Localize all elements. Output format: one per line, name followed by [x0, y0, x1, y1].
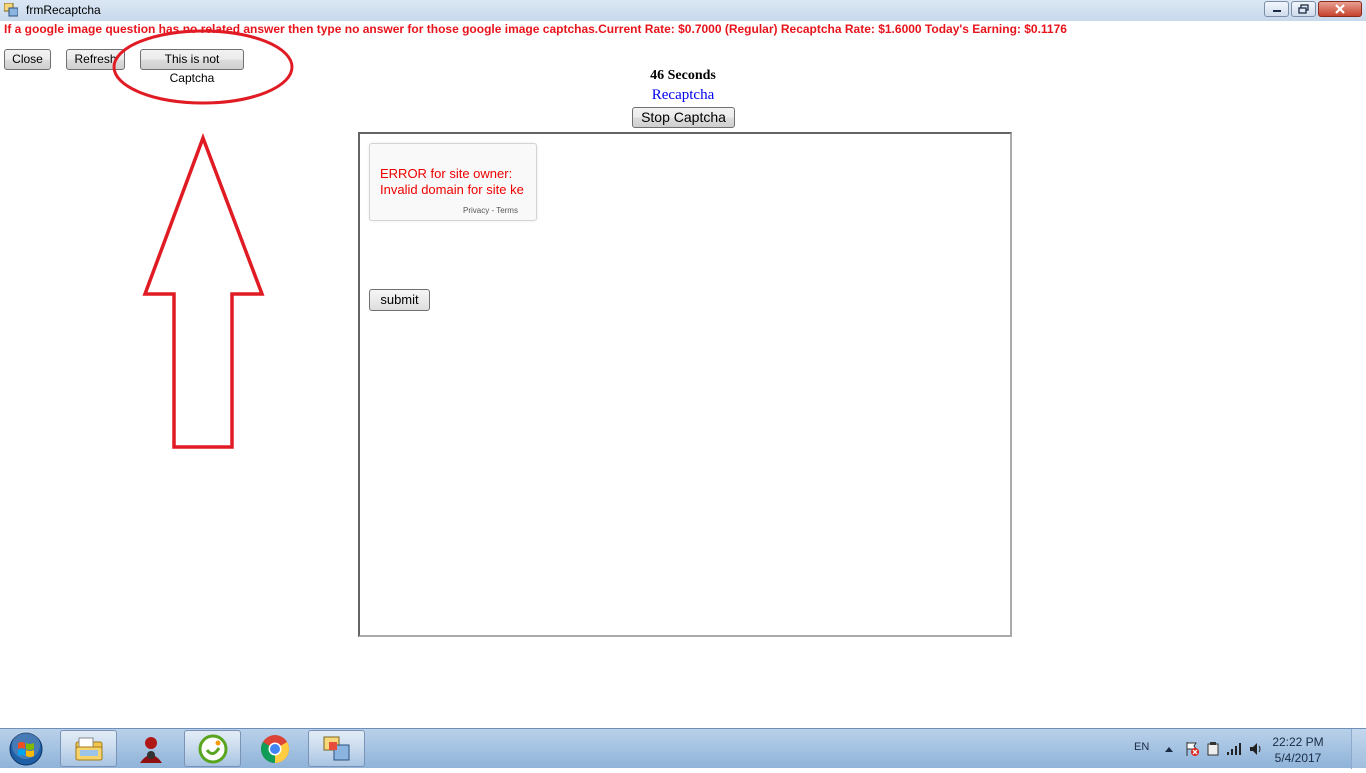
language-indicator[interactable]: EN — [1134, 741, 1149, 753]
refresh-button[interactable]: Refresh — [66, 49, 125, 70]
window-title: frmRecaptcha — [26, 3, 101, 17]
rate-info-text: If a google image question has no relate… — [4, 22, 1067, 36]
window-titlebar[interactable]: frmRecaptcha — [0, 0, 1366, 21]
restore-button[interactable] — [1291, 1, 1316, 17]
taskbar: EN 22:22 PM 5/4/2017 — [0, 728, 1366, 769]
minimize-icon — [1272, 10, 1281, 12]
close-button[interactable]: Close — [4, 49, 51, 70]
show-desktop-button[interactable] — [1351, 729, 1366, 769]
taskbar-explorer[interactable] — [60, 730, 117, 767]
show-hidden-icons-icon[interactable] — [1164, 745, 1174, 753]
taskbar-agent[interactable] — [122, 730, 179, 767]
sogou-icon — [198, 734, 227, 763]
stop-captcha-button[interactable]: Stop Captcha — [632, 107, 735, 128]
action-center-flag-icon[interactable] — [1184, 741, 1200, 757]
recaptcha-error-text: ERROR for site owner: Invalid domain for… — [380, 166, 524, 198]
volume-icon[interactable] — [1248, 741, 1264, 757]
taskbar-app-window[interactable] — [308, 730, 365, 767]
annotation-up-arrow — [142, 133, 265, 449]
file-explorer-icon — [75, 737, 102, 760]
minimize-button[interactable] — [1264, 1, 1289, 17]
agent-icon — [139, 736, 162, 763]
close-icon — [1335, 4, 1345, 14]
countdown-timer: 46 Seconds — [650, 68, 716, 83]
web-browser-frame[interactable]: ERROR for site owner: Invalid domain for… — [358, 132, 1012, 637]
error-line-1: ERROR for site owner: — [380, 166, 513, 181]
network-signal-icon[interactable] — [1226, 742, 1242, 756]
not-captcha-button[interactable]: This is not Captcha — [140, 49, 244, 85]
clock-date[interactable]: 5/4/2017 — [1268, 751, 1328, 765]
close-window-button[interactable] — [1318, 1, 1362, 17]
clock-time[interactable]: 22:22 PM — [1268, 735, 1328, 749]
windows-start-icon — [9, 731, 43, 766]
restore-icon — [1298, 4, 1309, 14]
taskbar-sogou[interactable] — [184, 730, 241, 767]
chrome-icon — [260, 734, 289, 763]
captcha-type-label: Recaptcha — [651, 87, 715, 103]
start-button[interactable] — [4, 730, 48, 768]
privacy-terms-links[interactable]: Privacy - Terms — [463, 206, 518, 215]
system-tray: EN 22:22 PM 5/4/2017 — [1126, 729, 1366, 769]
recaptcha-widget[interactable]: ERROR for site owner: Invalid domain for… — [369, 143, 537, 221]
submit-button[interactable]: submit — [369, 289, 430, 311]
app-window-icon — [323, 736, 349, 760]
taskbar-chrome[interactable] — [246, 730, 303, 767]
device-icon[interactable] — [1206, 741, 1220, 757]
form-app-icon — [4, 3, 18, 17]
error-line-2: Invalid domain for site ke — [380, 182, 524, 197]
